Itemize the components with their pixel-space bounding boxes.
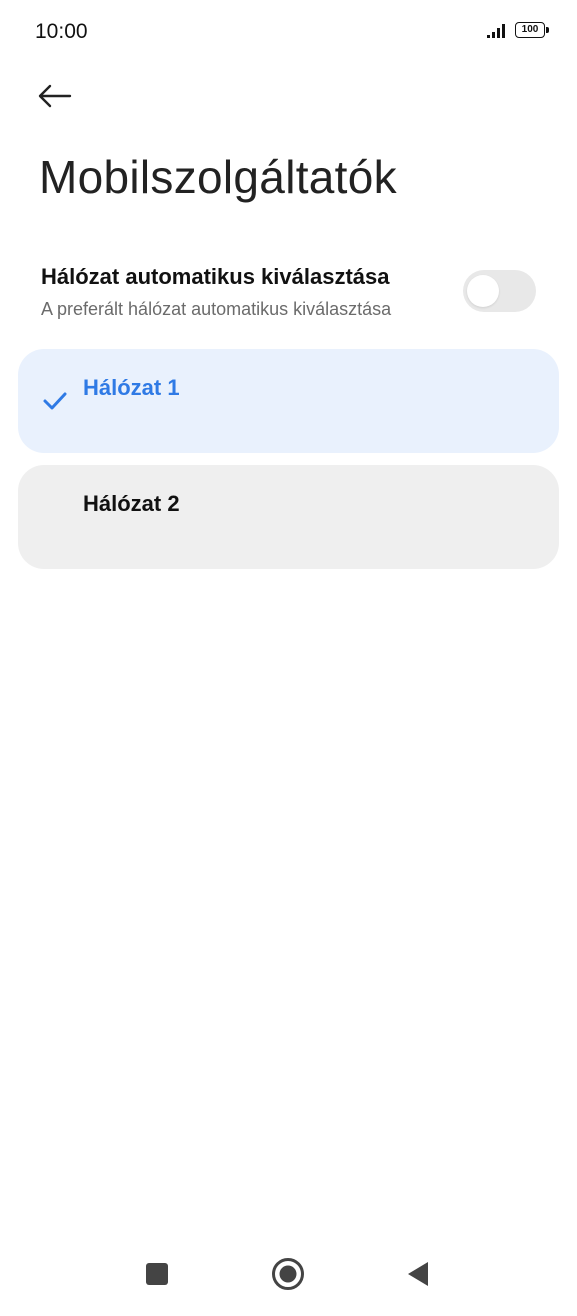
signal-icon [487, 24, 505, 38]
battery-tip [546, 27, 549, 33]
navigation-bar [0, 1240, 577, 1300]
auto-select-title: Hálózat automatikus kiválasztása [41, 264, 390, 289]
check-icon [43, 392, 67, 410]
network-label: Hálózat 1 [83, 375, 180, 400]
battery-icon: 100 [515, 22, 549, 38]
status-icons: 100 [487, 22, 549, 38]
network-label: Hálózat 2 [83, 491, 180, 516]
back-arrow-icon [38, 84, 72, 108]
network-option-1[interactable]: Hálózat 1 [18, 349, 559, 453]
home-button[interactable] [268, 1254, 308, 1294]
back-icon [408, 1262, 428, 1286]
auto-select-subtitle: A preferált hálózat automatikus kiválasz… [41, 299, 392, 319]
battery-level: 100 [521, 24, 539, 35]
auto-select-setting[interactable]: Hálózat automatikus kiválasztása A prefe… [41, 262, 541, 326]
recents-icon [146, 1263, 168, 1285]
status-bar: 10:00 100 [0, 0, 577, 64]
home-icon [272, 1258, 304, 1290]
nav-back-button[interactable] [398, 1254, 438, 1294]
recents-button[interactable] [137, 1254, 177, 1294]
auto-select-toggle[interactable] [463, 270, 536, 312]
status-time: 10:00 [35, 20, 88, 43]
toggle-knob [467, 275, 499, 307]
page-title: Mobilszolgáltatók [39, 151, 397, 203]
network-option-2[interactable]: Hálózat 2 [18, 465, 559, 569]
back-button[interactable] [36, 78, 84, 114]
